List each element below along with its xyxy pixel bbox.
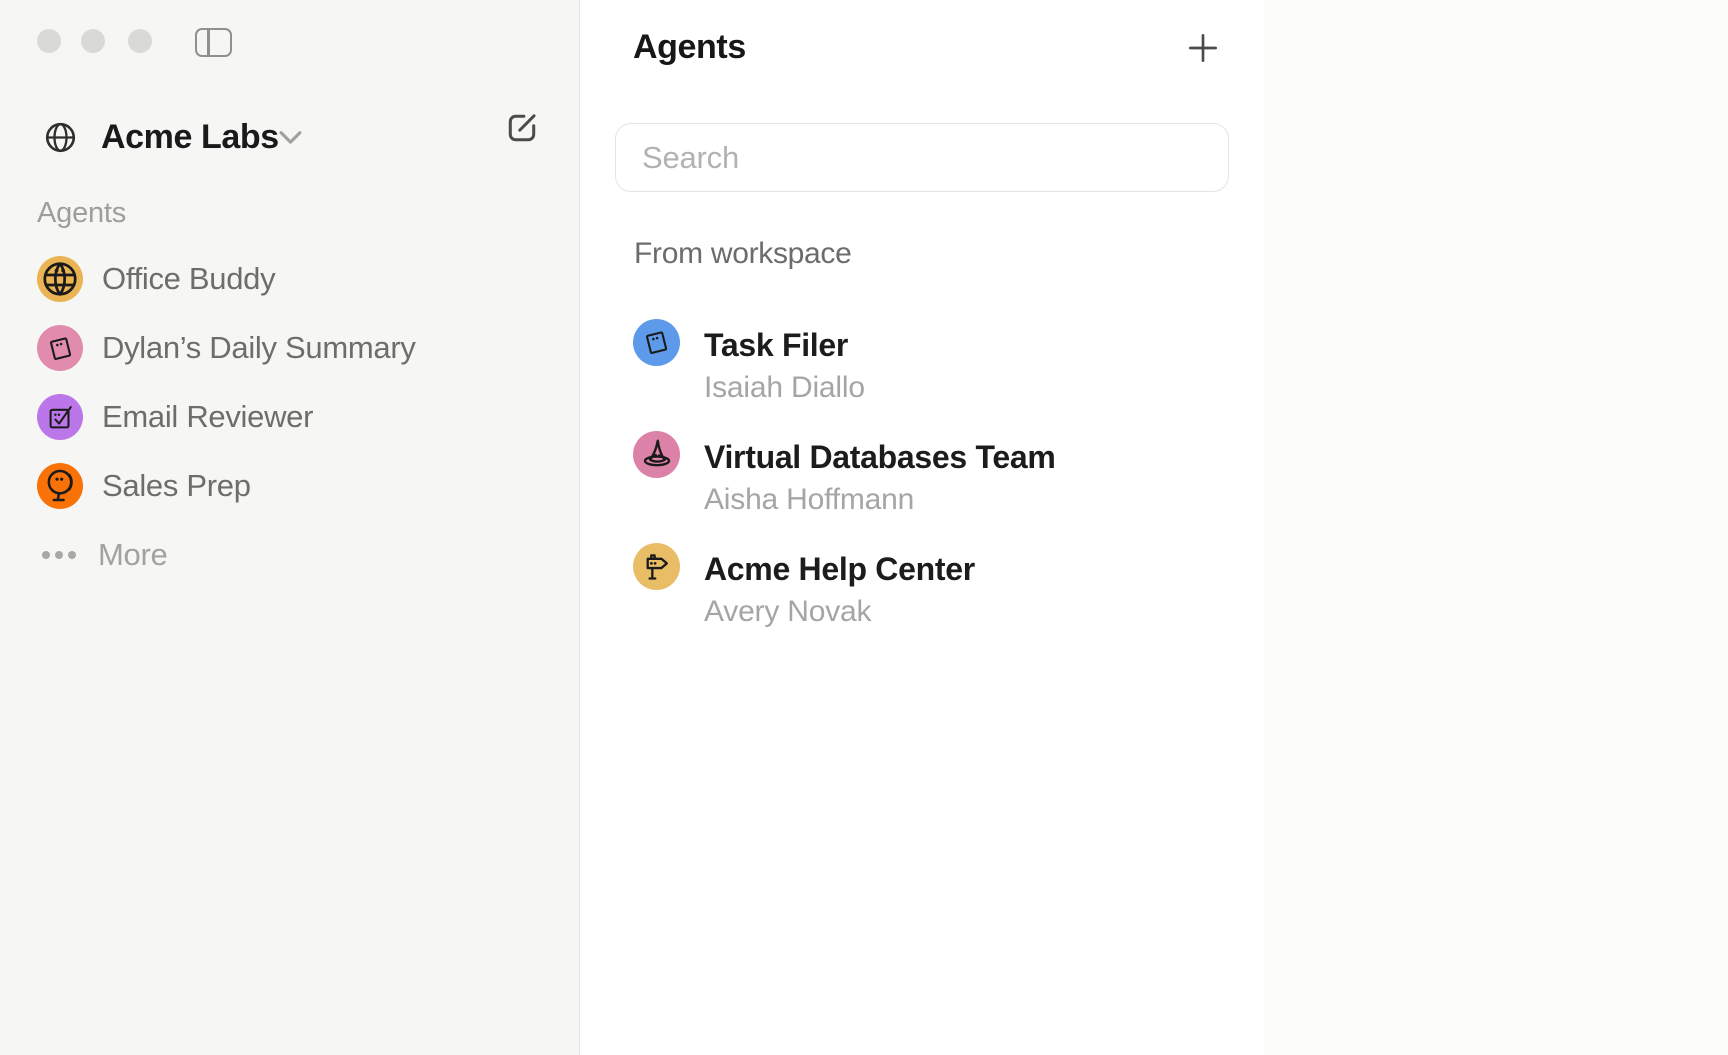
add-agent-button[interactable] — [1187, 32, 1219, 64]
agent-avatar — [633, 431, 680, 478]
compose-icon[interactable] — [503, 109, 541, 147]
sidebar-item-label: Office Buddy — [102, 248, 275, 310]
agent-owner: Isaiah Diallo — [704, 371, 865, 405]
window-close-button[interactable] — [37, 29, 61, 53]
agent-list-item-task-filer[interactable]: Task Filer Isaiah Diallo — [581, 303, 1264, 399]
workspace-name: Acme Labs — [101, 112, 279, 162]
sidebar-item-sales-prep[interactable]: Sales Prep — [0, 455, 580, 517]
sidebar-item-office-buddy[interactable]: Office Buddy — [0, 248, 580, 310]
agents-panel: Agents From workspace Task Filer Isaiah … — [581, 0, 1264, 1055]
agent-owner: Avery Novak — [704, 595, 871, 629]
more-label: More — [98, 527, 167, 583]
ellipsis-icon — [42, 551, 76, 560]
panel-section-label: From workspace — [634, 237, 852, 271]
sidebar: Acme Labs Agents Office Buddy Dylan’s Da… — [0, 0, 580, 1055]
sidebar-item-label: Sales Prep — [102, 455, 251, 517]
agent-owner: Aisha Hoffmann — [704, 483, 914, 517]
sidebar-section-label: Agents — [37, 197, 126, 230]
sidebar-item-dylans-daily-summary[interactable]: Dylan’s Daily Summary — [0, 317, 580, 379]
agent-list-item-virtual-databases-team[interactable]: Virtual Databases Team Aisha Hoffmann — [581, 415, 1264, 511]
agent-avatar — [37, 463, 83, 509]
globe-icon — [42, 119, 79, 156]
sidebar-item-label: Dylan’s Daily Summary — [102, 317, 416, 379]
sidebar-item-more[interactable]: More — [0, 527, 580, 583]
window-minimize-button[interactable] — [81, 29, 105, 53]
agent-name: Task Filer — [704, 327, 848, 364]
agent-avatar — [37, 256, 83, 302]
window-zoom-button[interactable] — [128, 29, 152, 53]
chevron-down-icon — [278, 129, 303, 147]
panel-title: Agents — [633, 28, 746, 67]
agent-name: Acme Help Center — [704, 551, 975, 588]
main-content-area — [1264, 0, 1728, 1055]
workspace-switcher[interactable]: Acme Labs — [0, 112, 580, 162]
sidebar-item-label: Email Reviewer — [102, 386, 313, 448]
sidebar-toggle-icon[interactable] — [195, 28, 232, 57]
agent-list-item-acme-help-center[interactable]: Acme Help Center Avery Novak — [581, 527, 1264, 623]
search-input[interactable] — [615, 123, 1229, 192]
agent-avatar — [633, 319, 680, 366]
agent-avatar — [37, 325, 83, 371]
sidebar-item-email-reviewer[interactable]: Email Reviewer — [0, 386, 580, 448]
agent-avatar — [633, 543, 680, 590]
agent-avatar — [37, 394, 83, 440]
agent-name: Virtual Databases Team — [704, 439, 1056, 476]
